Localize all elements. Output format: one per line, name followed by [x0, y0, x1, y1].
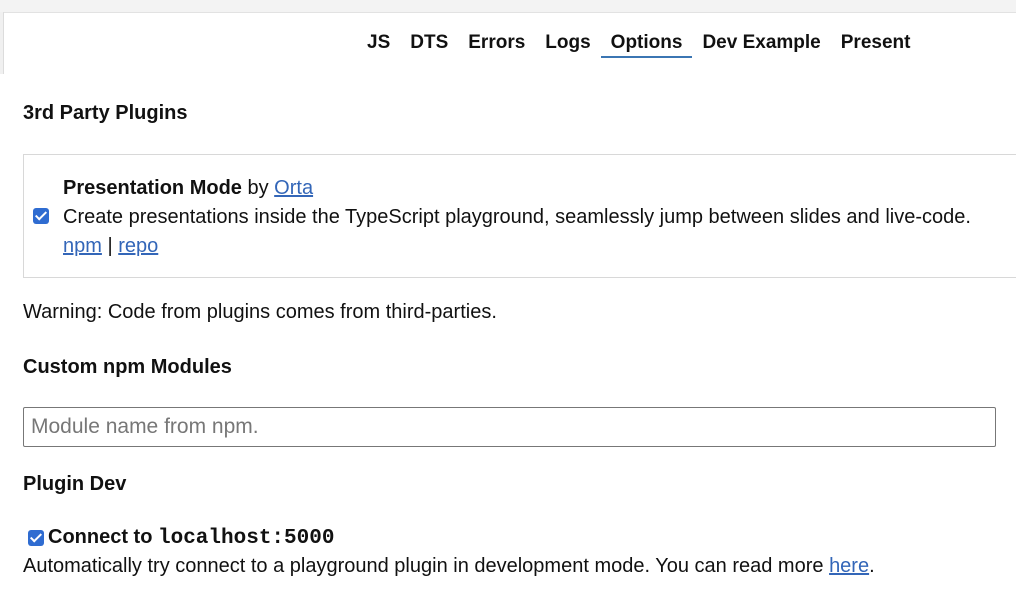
plugin-description: Create presentations inside the TypeScri… — [63, 206, 971, 228]
tab-js[interactable]: JS — [357, 30, 400, 58]
localhost-label[interactable]: Connect to localhost:5000 — [48, 526, 334, 550]
presentation-mode-checkbox[interactable] — [33, 208, 49, 224]
link-separator: | — [107, 235, 113, 257]
localhost-code: localhost:5000 — [158, 527, 335, 550]
module-name-input[interactable] — [23, 407, 996, 447]
dev-description-text: Automatically try connect to a playgroun… — [23, 555, 824, 577]
description-period: . — [869, 555, 875, 577]
left-panel-edge — [0, 12, 4, 74]
plugin-dev-heading: Plugin Dev — [23, 473, 127, 495]
localhost-checkbox[interactable] — [28, 530, 44, 546]
plugin-warning: Warning: Code from plugins comes from th… — [23, 301, 497, 323]
connect-to-text: Connect to — [48, 526, 153, 548]
tab-logs[interactable]: Logs — [535, 30, 600, 58]
plugin-dev-description: Automatically try connect to a playgroun… — [23, 555, 875, 578]
plugin-author-link[interactable]: Orta — [274, 177, 313, 199]
tab-present[interactable]: Present — [831, 30, 921, 58]
plugin-name: Presentation Mode — [63, 177, 242, 199]
tab-errors[interactable]: Errors — [458, 30, 535, 58]
tab-options[interactable]: Options — [600, 30, 693, 58]
plugin-by: by — [247, 177, 269, 199]
plugin-repo-link[interactable]: repo — [118, 235, 158, 257]
tab-dts[interactable]: DTS — [400, 30, 458, 58]
tab-bar: JS DTS Errors Logs Options Dev Example P… — [357, 30, 920, 58]
tab-dev-example[interactable]: Dev Example — [692, 30, 830, 58]
third-party-heading: 3rd Party Plugins — [23, 102, 188, 124]
plugin-npm-link[interactable]: npm — [63, 235, 102, 257]
plugin-info: Presentation Mode by Orta Create present… — [63, 174, 971, 261]
top-border — [0, 0, 1016, 13]
custom-modules-heading: Custom npm Modules — [23, 356, 232, 378]
read-more-link[interactable]: here — [829, 555, 869, 577]
